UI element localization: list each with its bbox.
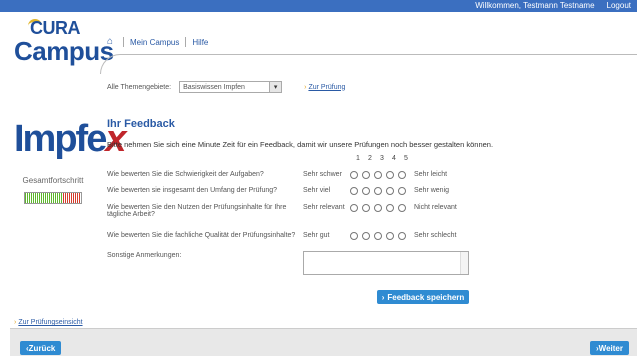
progress-bar xyxy=(24,192,82,204)
rating-radio[interactable] xyxy=(350,204,358,212)
question-row: Wie bewerten sie insgesamt den Umfang de… xyxy=(107,187,449,195)
welcome-text: Willkommen, Testmann Testname xyxy=(475,1,595,10)
scale-3: 3 xyxy=(380,155,384,162)
topic-select[interactable]: Basiswissen Impfen ▾ xyxy=(179,81,283,93)
question-text: Wie bewerten Sie den Nutzen der Prüfungs… xyxy=(107,204,287,218)
scale-left-label: Sehr schwer xyxy=(303,171,342,178)
question-text: Wie bewerten Sie die fachliche Qualität … xyxy=(107,232,296,239)
rating-radio[interactable] xyxy=(374,232,382,240)
house-icon[interactable]: ⌂ xyxy=(107,37,117,47)
pruefungseinsicht-link[interactable]: › Zur Prüfungseinsicht xyxy=(14,319,83,326)
top-nav: ⌂ Mein Campus Hilfe xyxy=(107,37,208,47)
nav-divider xyxy=(185,37,187,47)
zur-pruefung-link[interactable]: › Zur Prüfung xyxy=(304,84,345,91)
scale-5: 5 xyxy=(404,155,408,162)
rating-radio[interactable] xyxy=(398,204,406,212)
logout-link[interactable]: Logout xyxy=(607,1,631,10)
rating-radio[interactable] xyxy=(398,171,406,179)
save-feedback-label: Feedback speichern xyxy=(387,292,465,302)
progress-label: Gesamtfortschritt xyxy=(22,176,84,185)
question-row: Wie bewerten Sie die fachliche Qualität … xyxy=(107,232,456,240)
question-text: Wie bewerten sie insgesamt den Umfang de… xyxy=(107,187,278,194)
topic-filter-label: Alle Themengebiete: xyxy=(107,83,172,91)
cura-campus-logo: CURA Campus xyxy=(14,16,114,68)
next-label: Weiter xyxy=(598,343,623,353)
scale-left-label: Sehr relevant xyxy=(303,204,345,211)
scale-right-label: Sehr schlecht xyxy=(414,232,457,239)
footer-bar: ‹ Zurück › Weiter xyxy=(10,328,637,356)
feedback-intro: Bitte nehmen Sie sich eine Minute Zeit f… xyxy=(107,140,494,149)
scale-left-label: Sehr gut xyxy=(303,232,330,239)
rating-radio[interactable] xyxy=(374,204,382,212)
rating-radio[interactable] xyxy=(398,232,406,240)
scale-header: 1 2 3 4 5 xyxy=(352,155,412,162)
arrow-right-icon: › xyxy=(304,83,307,91)
rating-radio[interactable] xyxy=(386,232,394,240)
comments-label: Sonstige Anmerkungen: xyxy=(107,252,182,259)
comments-row: Sonstige Anmerkungen: xyxy=(107,252,303,259)
question-text: Wie bewerten Sie die Schwierigkeit der A… xyxy=(107,171,264,178)
rating-radios xyxy=(348,232,412,240)
rating-radio[interactable] xyxy=(362,171,370,179)
comments-textarea[interactable] xyxy=(303,251,469,275)
rating-radios xyxy=(348,187,412,195)
top-bar: Willkommen, Testmann Testname Logout xyxy=(0,0,637,12)
rating-radio[interactable] xyxy=(398,187,406,195)
rating-radio[interactable] xyxy=(386,204,394,212)
nav-mein-campus[interactable]: Mein Campus xyxy=(130,38,179,47)
feedback-section: Ihr Feedback Bitte nehmen Sie sich eine … xyxy=(107,118,627,304)
rating-radio[interactable] xyxy=(386,187,394,195)
topic-filter: Alle Themengebiete: Basiswissen Impfen ▾… xyxy=(107,81,345,93)
scale-right-label: Sehr leicht xyxy=(414,171,448,178)
rating-radio[interactable] xyxy=(362,232,370,240)
arrow-right-icon: › xyxy=(14,319,17,326)
progress-bar-remaining xyxy=(63,193,81,203)
nav-hilfe[interactable]: Hilfe xyxy=(192,38,208,47)
scale-1: 1 xyxy=(356,155,360,162)
next-button[interactable]: › Weiter xyxy=(590,341,629,355)
save-feedback-button[interactable]: › Feedback speichern xyxy=(377,290,469,304)
question-row: Wie bewerten Sie den Nutzen der Prüfungs… xyxy=(107,204,457,218)
rating-radios xyxy=(348,171,412,179)
rating-radio[interactable] xyxy=(374,171,382,179)
question-row: Wie bewerten Sie die Schwierigkeit der A… xyxy=(107,171,447,179)
feedback-title: Ihr Feedback xyxy=(107,118,175,130)
header-curve-divider xyxy=(100,54,637,74)
back-button[interactable]: ‹ Zurück xyxy=(20,341,62,355)
textarea-scrollbar[interactable] xyxy=(460,252,468,274)
scale-2: 2 xyxy=(368,155,372,162)
back-label: Zurück xyxy=(28,343,56,353)
chevron-down-icon[interactable]: ▾ xyxy=(269,82,282,92)
nav-divider xyxy=(123,37,124,47)
rating-radio[interactable] xyxy=(362,187,370,195)
arrow-right-icon: › xyxy=(381,292,385,302)
rating-radio[interactable] xyxy=(350,171,358,179)
rating-radio[interactable] xyxy=(374,187,382,195)
logo-campus: Campus xyxy=(14,36,114,66)
rating-radios xyxy=(348,204,412,218)
rating-radio[interactable] xyxy=(386,171,394,179)
topic-select-value: Basiswissen Impfen xyxy=(183,83,245,91)
scale-left-label: Sehr viel xyxy=(303,187,331,194)
scale-right-label: Nicht relevant xyxy=(414,204,457,211)
rating-radio[interactable] xyxy=(350,232,358,240)
rating-radio[interactable] xyxy=(362,204,370,212)
rating-radio[interactable] xyxy=(350,187,358,195)
scale-right-label: Sehr wenig xyxy=(414,187,450,194)
scale-4: 4 xyxy=(392,155,396,162)
